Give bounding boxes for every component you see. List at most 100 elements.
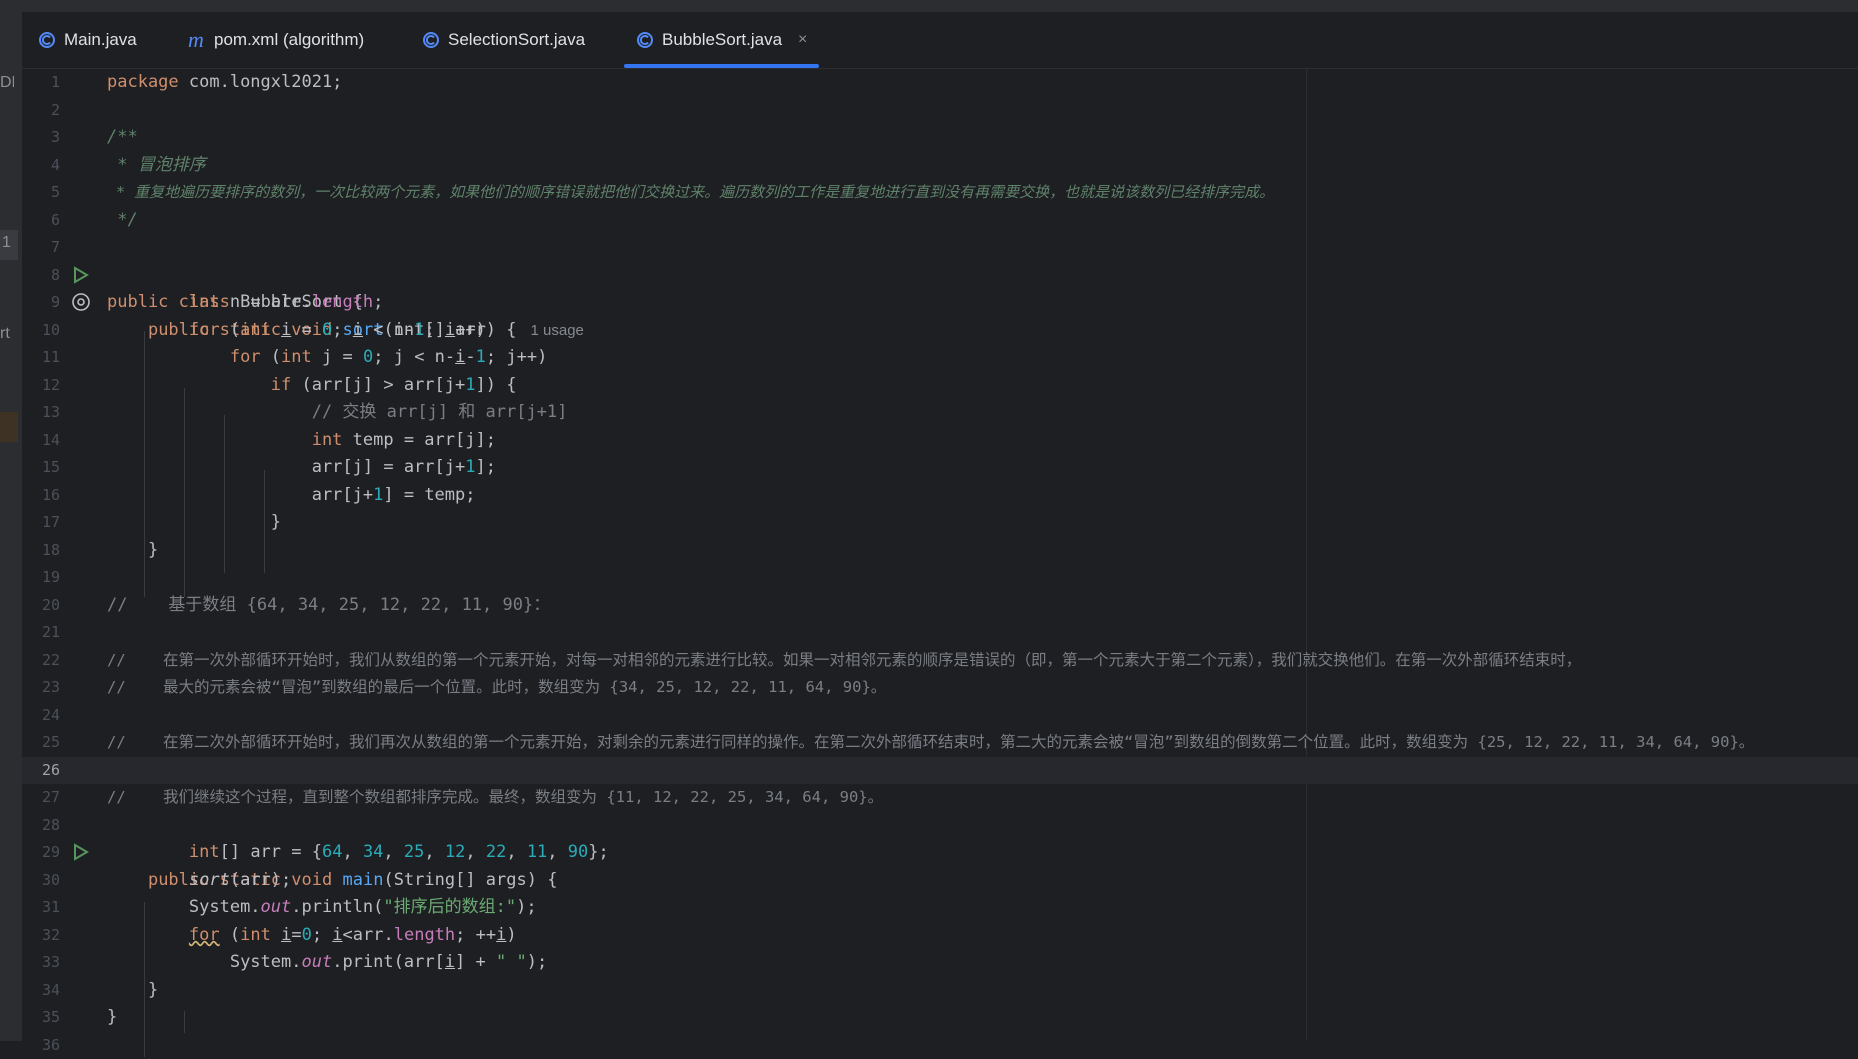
line-number: 22 — [22, 647, 60, 675]
code-text: arr[j+ — [312, 485, 373, 505]
line-number: 5 — [22, 179, 60, 207]
field: length — [312, 292, 373, 312]
number: 1 — [373, 485, 383, 505]
code-text: } — [148, 540, 158, 560]
code-line-current[interactable]: 26 — [22, 757, 1858, 785]
code-text: , — [547, 842, 567, 862]
left-marker-ort[interactable]: rt — [0, 325, 14, 343]
left-project-marker[interactable]: DEV — [0, 74, 14, 92]
keyword: package — [107, 72, 179, 92]
keyword: for — [189, 925, 220, 945]
line-number: 1 — [22, 69, 60, 97]
code-text: < n- — [363, 320, 414, 340]
static-field: out — [301, 952, 332, 972]
line-number: 27 — [22, 784, 60, 812]
code-text: arr[j] = arr[j+ — [312, 457, 466, 477]
keyword: for — [230, 347, 261, 367]
code-line: 31 System.out.println("排序后的数组:"); — [22, 894, 1858, 922]
code-line: 3/** — [22, 124, 1858, 152]
field: length — [394, 925, 455, 945]
code-text: ] = temp; — [383, 485, 475, 505]
tab-main-java[interactable]: Main.java — [38, 12, 137, 68]
line-number: 7 — [22, 234, 60, 262]
code-line: 19 — [22, 564, 1858, 592]
variable: j — [322, 347, 332, 367]
number: 22 — [486, 842, 506, 862]
number: 64 — [322, 842, 342, 862]
line-number: 17 — [22, 509, 60, 537]
code-editor[interactable]: 1package com.longxl2021; 2 3/** 4 * 冒泡排序… — [22, 69, 1858, 1041]
code-line: 7 public class BubbleSort { — [22, 234, 1858, 262]
line-number: 3 — [22, 124, 60, 152]
line-comment: // 最大的元素会被“冒泡”到数组的最后一个位置。此时，数组变为 {34, 25… — [107, 674, 886, 702]
code-line: 24 — [22, 702, 1858, 730]
number: 90 — [568, 842, 588, 862]
variable: i — [496, 925, 506, 945]
code-text: ( — [220, 925, 240, 945]
code-text: , — [342, 842, 362, 862]
tab-selection-sort[interactable]: SelectionSort.java — [422, 12, 585, 68]
code-line: 2 — [22, 97, 1858, 125]
code-text: ; — [424, 320, 444, 340]
number: 1 — [476, 347, 486, 367]
code-line: 9 int n = arr.length; — [22, 289, 1858, 317]
close-icon[interactable]: × — [798, 31, 807, 49]
line-number: 20 — [22, 592, 60, 620]
line-number: 8 — [22, 262, 60, 290]
line-number: 16 — [22, 482, 60, 510]
java-class-icon — [636, 31, 654, 49]
number: 34 — [363, 842, 383, 862]
code-text: n = arr. — [220, 292, 312, 312]
line-comment: // 我们继续这个过程，直到整个数组都排序完成。最终，数组变为 {11, 12,… — [107, 784, 883, 812]
code-text: ( — [261, 347, 281, 367]
code-line: 33 System.out.print(arr[i] + " "); — [22, 949, 1858, 977]
left-marker-1[interactable]: 1 — [2, 234, 16, 252]
line-number: 13 — [22, 399, 60, 427]
line-number: 14 — [22, 427, 60, 455]
doc-comment: * 重复地遍历要排序的数列，一次比较两个元素，如果他们的顺序错误就把他们交换过来… — [107, 179, 1274, 207]
code-text: } — [271, 512, 281, 532]
code-line: 1package com.longxl2021; — [22, 69, 1858, 97]
code-line: 22 // 在第一次外部循环开始时，我们从数组的第一个元素开始，对每一对相邻的元素… — [22, 647, 1858, 675]
line-number: 28 — [22, 812, 60, 840]
keyword: int — [240, 320, 271, 340]
number: 12 — [445, 842, 465, 862]
string-literal: " " — [496, 952, 527, 972]
code-text: ; — [312, 925, 332, 945]
code-text: .println( — [291, 897, 383, 917]
line-number: 21 — [22, 619, 60, 647]
code-line: 28 public static void main(String[] args… — [22, 812, 1858, 840]
code-line: 30 sort(arr); — [22, 867, 1858, 895]
tab-bubble-sort[interactable]: BubbleSort.java × — [636, 12, 807, 68]
line-number: 12 — [22, 372, 60, 400]
code-text: ); — [527, 952, 547, 972]
variable: i — [445, 320, 455, 340]
variable: i — [332, 925, 342, 945]
line-number: 24 — [22, 702, 60, 730]
code-text: ) — [506, 925, 516, 945]
code-text: ; j++) — [486, 347, 547, 367]
keyword: if — [271, 375, 291, 395]
code-line: 11 for (int j = 0; j < n-i-1; j++) — [22, 344, 1858, 372]
code-text: < n- — [404, 347, 455, 367]
code-text: ; — [373, 347, 393, 367]
tab-pom-xml[interactable]: m pom.xml (algorithm) — [188, 12, 364, 68]
code-line: 14 int temp = arr[j]; — [22, 427, 1858, 455]
line-comment: // 在第一次外部循环开始时，我们从数组的第一个元素开始，对每一对相邻的元素进行… — [107, 647, 1581, 675]
code-line: 23// 最大的元素会被“冒泡”到数组的最后一个位置。此时，数组变为 {34, … — [22, 674, 1858, 702]
code-line: 32 for (int i=0; i<arr.length; ++i) — [22, 922, 1858, 950]
code-text: ); — [516, 897, 536, 917]
code-text: } — [107, 1007, 117, 1027]
line-number: 10 — [22, 317, 60, 345]
tab-label: SelectionSort.java — [448, 30, 585, 50]
code-line: 20// 基于数组 {64, 34, 25, 12, 22, 11, 90}： — [22, 592, 1858, 620]
keyword: for — [189, 320, 220, 340]
static-field: out — [261, 897, 292, 917]
variable: i — [445, 952, 455, 972]
left-tool-strip: DEV 1 rt — [0, 12, 22, 1041]
tab-label: pom.xml (algorithm) — [214, 30, 364, 50]
line-number: 15 — [22, 454, 60, 482]
variable: i — [281, 925, 291, 945]
line-number: 18 — [22, 537, 60, 565]
keyword: int — [189, 842, 220, 862]
